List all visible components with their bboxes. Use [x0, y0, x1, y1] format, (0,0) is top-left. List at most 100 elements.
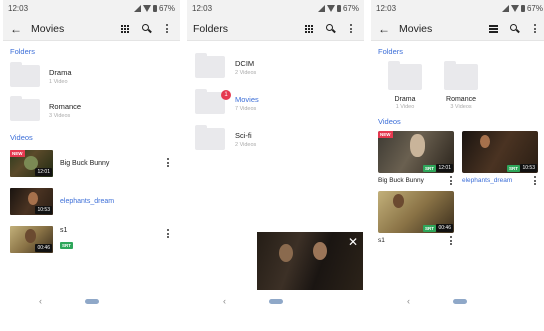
app-bar: ← Movies — [371, 17, 544, 41]
videos-header: Videos — [10, 133, 33, 142]
system-nav-bar: ‹ — [371, 291, 544, 311]
more-vert-icon[interactable] — [344, 22, 358, 36]
screen-movies-list: 12:03 67% ← Movies Folders Drama 1 Video… — [3, 0, 180, 311]
back-arrow-icon[interactable]: ← — [9, 22, 23, 36]
folder-name: Romance — [49, 101, 82, 111]
more-vert-icon[interactable] — [448, 236, 454, 245]
folder-count: 2 Videos — [235, 141, 257, 148]
wifi-icon — [133, 5, 141, 12]
picture-in-picture-player[interactable]: ✕ — [257, 232, 363, 290]
folder-item[interactable]: Romance 3 Videos — [441, 61, 481, 110]
nav-home-pill[interactable] — [452, 298, 467, 304]
video-thumbnail: NEW SRT 12:01 — [378, 131, 454, 173]
srt-badge: SRT — [507, 165, 520, 172]
new-badge: NEW — [10, 149, 25, 157]
video-duration: 00:46 — [436, 224, 453, 232]
video-name: Big Buck Bunny — [378, 177, 424, 184]
list-view-icon[interactable] — [486, 22, 500, 36]
search-icon[interactable] — [323, 22, 337, 36]
wifi-icon — [501, 5, 509, 12]
folder-icon — [10, 62, 40, 87]
srt-badge: SRT — [60, 241, 73, 249]
folder-item[interactable]: 1 Movies 7 Videos — [187, 87, 364, 119]
video-item[interactable]: SRT 10:53 elephants_dream — [462, 131, 538, 185]
video-name: elephants_dream — [462, 177, 513, 184]
battery-level: 67% — [342, 4, 359, 13]
battery-icon — [336, 5, 341, 12]
video-item[interactable]: NEW 12:01 Big Buck Bunny — [3, 144, 180, 182]
folder-item[interactable]: Drama 1 Video — [3, 59, 180, 93]
video-name: Big Buck Bunny — [60, 159, 110, 167]
status-bar: 12:03 67% — [3, 0, 180, 17]
signal-icon — [326, 5, 335, 12]
folder-icon — [388, 61, 422, 90]
signal-icon — [510, 5, 519, 12]
video-thumbnail: 00:46 — [10, 225, 53, 253]
folder-count: 3 Videos — [450, 104, 472, 110]
app-bar: Folders — [187, 17, 364, 41]
search-icon[interactable] — [139, 22, 153, 36]
video-duration: 10:53 — [35, 205, 52, 214]
video-name: s1 — [60, 226, 68, 234]
folders-header: Folders — [10, 47, 36, 56]
video-duration: 12:01 — [35, 167, 52, 176]
signal-icon — [142, 5, 151, 12]
battery-level: 67% — [158, 4, 175, 13]
folder-icon — [195, 125, 225, 150]
video-item[interactable]: 10:53 elephants_dream — [3, 182, 180, 220]
video-thumbnail: SRT 10:53 — [462, 131, 538, 173]
more-vert-icon[interactable] — [160, 22, 174, 36]
nav-home-pill[interactable] — [268, 298, 283, 304]
search-icon[interactable] — [507, 22, 521, 36]
grid-view-icon[interactable] — [302, 22, 316, 36]
folder-name: Drama — [394, 96, 416, 103]
folders-header: Folders — [378, 47, 404, 56]
more-vert-icon[interactable] — [165, 158, 171, 167]
status-bar: 12:03 67% — [371, 0, 544, 17]
battery-icon — [152, 5, 157, 12]
video-duration: 12:01 — [436, 164, 453, 172]
video-name: elephants_dream — [60, 197, 115, 205]
video-duration: 00:46 — [35, 243, 52, 252]
folder-count: 2 Videos — [235, 69, 257, 76]
more-vert-icon[interactable] — [165, 229, 171, 238]
status-time: 12:03 — [8, 4, 29, 13]
video-name: s1 — [378, 237, 385, 244]
nav-back-icon[interactable]: ‹ — [407, 296, 410, 306]
back-arrow-icon[interactable]: ← — [377, 22, 391, 36]
more-vert-icon[interactable] — [448, 176, 454, 185]
folder-item[interactable]: Drama 1 Video — [385, 61, 425, 110]
video-item[interactable]: SRT 00:46 s1 — [378, 191, 454, 245]
grid-view-icon[interactable] — [118, 22, 132, 36]
new-count-badge: 1 — [221, 90, 231, 100]
system-nav-bar: ‹ — [3, 291, 180, 311]
folder-icon — [10, 96, 40, 121]
status-time: 12:03 — [192, 4, 213, 13]
video-item[interactable]: 00:46 s1 SRT — [3, 220, 180, 258]
nav-back-icon[interactable]: ‹ — [223, 296, 226, 306]
srt-badge: SRT — [423, 165, 436, 172]
more-vert-icon[interactable] — [532, 176, 538, 185]
folder-count: 3 Videos — [49, 112, 71, 119]
folder-count: 1 Video — [49, 78, 68, 85]
close-icon[interactable]: ✕ — [348, 235, 358, 249]
screen-movies-grid: 12:03 67% ← Movies Folders Drama 1 Video… — [371, 0, 544, 311]
folder-name: Movies — [235, 94, 259, 104]
wifi-icon — [317, 5, 325, 12]
video-thumbnail: SRT 00:46 — [378, 191, 454, 233]
page-title: Movies — [31, 22, 65, 35]
more-vert-icon[interactable] — [528, 22, 542, 36]
video-thumbnail: NEW 12:01 — [10, 149, 53, 177]
folder-item[interactable]: Sci-fi 2 Videos — [187, 123, 364, 155]
srt-badge: SRT — [423, 225, 436, 232]
nav-home-pill[interactable] — [84, 298, 99, 304]
folder-item[interactable]: DCIM 2 Videos — [187, 51, 364, 83]
video-thumbnail: 10:53 — [10, 187, 53, 215]
app-bar: ← Movies — [3, 17, 180, 41]
folder-item[interactable]: Romance 3 Videos — [3, 93, 180, 127]
nav-back-icon[interactable]: ‹ — [39, 296, 42, 306]
screen-folders: 12:03 67% Folders DCIM 2 Videos 1 Movies… — [187, 0, 364, 311]
video-item[interactable]: NEW SRT 12:01 Big Buck Bunny — [378, 131, 454, 185]
folder-name: Drama — [49, 67, 72, 77]
folder-icon — [195, 53, 225, 78]
